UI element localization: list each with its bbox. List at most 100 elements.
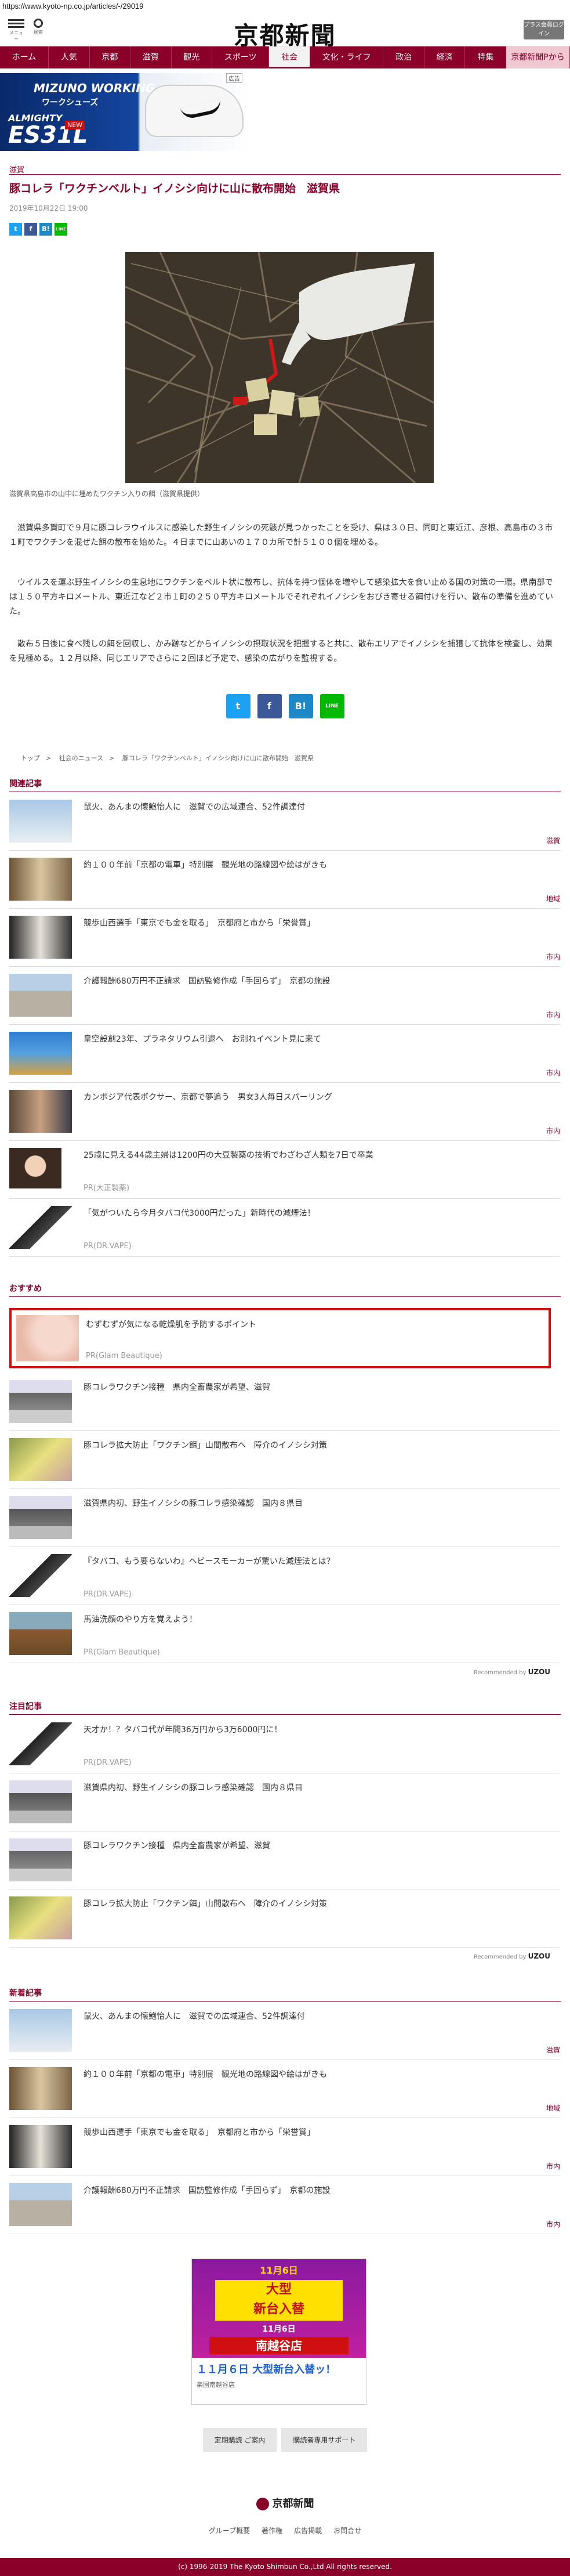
article-photo[interactable] bbox=[125, 252, 434, 483]
thumbnail bbox=[9, 1838, 72, 1881]
list-item[interactable]: 競歩山西選手「東京でも金を取る」 京都府と市から「栄誉賞」 市内 bbox=[9, 2118, 560, 2176]
list-item[interactable]: 介護報酬680万円不正請求 国訪監修作成「手回らず」 京都の施設 市内 bbox=[9, 2176, 560, 2234]
list-item[interactable]: 豚コレラ拡大防止「ワクチン餌」山間散布へ 障介のイノシシ対策 bbox=[9, 1431, 560, 1489]
recommend-heading: おすすめ bbox=[9, 1284, 42, 1294]
item-sponsor: PR(Glam Beautique) bbox=[83, 1648, 160, 1657]
ad-brand: MIZUNO WORKING bbox=[34, 81, 155, 95]
list-item[interactable]: 天才か！？タバコ代が年間36万円から3万6000円に！ PR(DR.VAPE) bbox=[9, 1715, 560, 1773]
item-category: 滋賀 bbox=[546, 2046, 560, 2054]
item-title: 豚コレラワクチン接種 県内全畜農家が希望、滋賀 bbox=[83, 1841, 270, 1851]
site-logo[interactable]: 京都新聞 bbox=[0, 16, 570, 52]
ad-caption: １１月６日 大型新台入替ッ！ bbox=[197, 2364, 336, 2376]
list-item[interactable]: 25歳に見える44歳主婦は1200円の大豆製薬の技術でわざわざ人類を7日で卒業 P… bbox=[9, 1141, 560, 1199]
list-item[interactable]: 滋賀県内初、野生イノシシの豚コレラ感染確認 国内８県目 bbox=[9, 1773, 560, 1831]
thumbnail bbox=[9, 1896, 72, 1939]
footer-link[interactable]: 著作権 bbox=[262, 2526, 282, 2535]
list-item[interactable]: 「気がついたら今月タバコ代3000円だった」新時代の減煙法！ PR(DR.VAPE… bbox=[9, 1199, 560, 1257]
breadcrumb-item[interactable]: 社会のニュース bbox=[59, 754, 103, 762]
breadcrumb-item: 豚コレラ「ワクチンベルト」イノシシ向けに山に散布開始 滋賀県 bbox=[122, 754, 314, 762]
recommended-by-label: Recommended by bbox=[473, 1670, 527, 1676]
footer-link[interactable]: グループ概要 bbox=[209, 2526, 250, 2535]
article-title: 豚コレラ「ワクチンベルト」イノシシ向けに山に散布開始 滋賀県 bbox=[9, 182, 340, 195]
thumbnail bbox=[9, 916, 72, 959]
list-item[interactable]: 約１００年前「京都の電車」特別展 観光地の路線図や絵はがきも 地域 bbox=[9, 851, 560, 909]
breadcrumb-item[interactable]: トップ bbox=[21, 754, 40, 762]
item-title: 馬油洗顔のやり方を覚えよう！ bbox=[83, 1615, 197, 1624]
ad-advertiser: 楽園南越谷店 bbox=[197, 2381, 235, 2389]
list-item[interactable]: 豚コレラ拡大防止「ワクチン餌」山間散布へ 障介のイノシシ対策 bbox=[9, 1889, 560, 1948]
hatena-share-icon[interactable]: B! bbox=[288, 694, 313, 718]
thumbnail bbox=[9, 1612, 72, 1655]
line-share-icon[interactable]: LINE bbox=[320, 694, 344, 718]
list-item[interactable]: 鼠火、あんまの懐鮑怡人に 滋賀での広域連合、52件調達付滋賀 bbox=[9, 2002, 560, 2060]
facebook-share-icon[interactable]: f bbox=[257, 694, 282, 718]
banner-ad[interactable]: MIZUNO WORKING ワークシューズ ALMIGHTY ES31L NE… bbox=[0, 73, 250, 151]
logo-mark-icon bbox=[256, 2498, 269, 2510]
subscription-button[interactable]: 定期購読 ご案内 bbox=[202, 2428, 277, 2452]
footer-logo[interactable]: 京都新聞 bbox=[0, 2495, 570, 2510]
thumbnail bbox=[9, 974, 72, 1017]
article-category[interactable]: 滋賀 bbox=[9, 164, 24, 175]
list-item[interactable]: カンボジア代表ボクサー、京都で夢追う 男女3人毎日スパーリング 市内 bbox=[9, 1083, 560, 1141]
item-title: 「気がついたら今月タバコ代3000円だった」新時代の減煙法！ bbox=[83, 1209, 315, 1218]
thumbnail bbox=[9, 1496, 72, 1539]
list-item[interactable]: 競歩山西選手「東京でも金を取る」 京都府と市から「栄誉賞」 市内 bbox=[9, 909, 560, 967]
item-title: 鼠火、あんまの懐鮑怡人に 滋賀での広域連合、52件調達付 bbox=[83, 2012, 305, 2021]
list-item[interactable]: 介護報酬680万円不正請求 国訪監修作成「手回らず」 京都の施設市内 bbox=[9, 967, 560, 1025]
thumbnail bbox=[9, 1206, 72, 1249]
item-title: 豚コレラ拡大防止「ワクチン餌」山間散布へ 障介のイノシシ対策 bbox=[83, 1899, 327, 1909]
support-button[interactable]: 購読者専用サポート bbox=[281, 2428, 368, 2452]
photo-caption: 滋賀県高島市の山中に埋めたワクチン入りの餌（滋賀県提供） bbox=[9, 490, 205, 498]
item-title: 介護報酬680万円不正請求 国訪監修作成「手回らず」 京都の施設 bbox=[83, 977, 331, 986]
item-title: 『タバコ、もう要らないわ』ヘビースモーカーが驚いた減煙法とは？ bbox=[83, 1557, 335, 1566]
item-title: 滋賀県内初、野生イノシシの豚コレラ感染確認 国内８県目 bbox=[83, 1783, 303, 1793]
site-header: メニュー 検索 京都新聞 プラス会員ログイン bbox=[0, 13, 570, 50]
latest-heading: 新着記事 bbox=[9, 1989, 42, 1998]
highlight-item[interactable]: むずむずが気になる乾燥肌を予防するポイント PR(Glam Beautique) bbox=[9, 1308, 551, 1368]
footer-link[interactable]: 広告掲載 bbox=[294, 2526, 322, 2535]
uzou-logo: UZOU bbox=[528, 1668, 550, 1676]
item-title: 豚コレラワクチン接種 県内全畜農家が希望、滋賀 bbox=[83, 1383, 270, 1392]
item-sponsor: PR(Glam Beautique) bbox=[86, 1352, 162, 1360]
list-item[interactable]: 豚コレラワクチン接種 県内全畜農家が希望、滋賀 bbox=[9, 1373, 560, 1431]
list-item[interactable]: 『タバコ、もう要らないわ』ヘビースモーカーが驚いた減煙法とは？ PR(DR.VAP… bbox=[9, 1547, 560, 1605]
recommended-by[interactable]: Recommended by UZOU bbox=[474, 1952, 550, 1960]
thumbnail bbox=[9, 858, 72, 901]
share-buttons: t f B! LINE bbox=[0, 694, 570, 718]
footer-buttons: 定期購読 ご案内 購読者専用サポート bbox=[0, 2428, 570, 2452]
hatena-share-icon[interactable]: B! bbox=[39, 223, 52, 236]
item-title: 介護報酬680万円不正請求 国訪監修作成「手回らず」 京都の施設 bbox=[83, 2186, 331, 2195]
list-item[interactable]: 滋賀県内初、野生イノシシの豚コレラ感染確認 国内８県目 bbox=[9, 1489, 560, 1547]
recommended-by-label: Recommended by bbox=[473, 1954, 527, 1960]
item-category: 市内 bbox=[546, 2162, 560, 2170]
line-share-icon[interactable]: LINE bbox=[55, 223, 67, 236]
facebook-share-icon[interactable]: f bbox=[24, 223, 37, 236]
item-title: カンボジア代表ボクサー、京都で夢追う 男女3人毎日スパーリング bbox=[83, 1093, 332, 1102]
list-item[interactable]: 鼠火、あんまの懐鮑怡人に 滋賀での広域連合、52件調達付 滋賀 bbox=[9, 793, 560, 851]
shoe-image bbox=[145, 85, 244, 137]
thumbnail bbox=[9, 1438, 72, 1481]
divider bbox=[9, 1714, 561, 1715]
recommended-by[interactable]: Recommended by UZOU bbox=[474, 1668, 550, 1676]
list-item[interactable]: 豚コレラワクチン接種 県内全畜農家が希望、滋賀 bbox=[9, 1831, 560, 1889]
list-item[interactable]: 約１００年前「京都の電車」特別展 観光地の路線図や絵はがきも 地域 bbox=[9, 2060, 560, 2118]
item-title: むずむずが気になる乾燥肌を予防するポイント bbox=[86, 1320, 256, 1329]
item-title: 皇空設創23年、プラネタリウム引退へ お別れイベント見に来て bbox=[83, 1035, 321, 1044]
related-heading: 関連記事 bbox=[9, 779, 42, 789]
article-paragraph: ウイルスを運ぶ野生イノシシの生息地にワクチンをベルト状に散布し、抗体を持つ個体を… bbox=[9, 578, 553, 616]
premium-login-button[interactable]: プラス会員ログイン bbox=[524, 20, 564, 39]
item-category: 地域 bbox=[546, 895, 560, 903]
breadcrumb: トップ > 社会のニュース > 豚コレラ「ワクチンベルト」イノシシ向けに山に散布開始… bbox=[21, 754, 314, 762]
thumbnail bbox=[9, 800, 72, 843]
item-sponsor: PR(大正製薬) bbox=[83, 1184, 130, 1193]
display-ad[interactable]: 11月6日 大型 新台入替 11月6日 南越谷店 １１月６日 大型新台入替ッ！ … bbox=[191, 2259, 366, 2405]
twitter-share-icon[interactable]: t bbox=[9, 223, 22, 236]
footer-link[interactable]: お問合せ bbox=[333, 2526, 361, 2535]
ad-date: 11月6日 bbox=[262, 2325, 296, 2334]
list-item[interactable]: 馬油洗顔のやり方を覚えよう！ PR(Glam Beautique) bbox=[9, 1605, 560, 1663]
item-category: 市内 bbox=[546, 1011, 560, 1019]
list-item[interactable]: 皇空設創23年、プラネタリウム引退へ お別れイベント見に来て 市内 bbox=[9, 1025, 560, 1083]
url-bar[interactable]: https://www.kyoto-np.co.jp/articles/-/29… bbox=[0, 0, 570, 13]
ad-image: 11月6日 大型 新台入替 11月6日 南越谷店 bbox=[192, 2259, 366, 2358]
twitter-share-icon[interactable]: t bbox=[226, 694, 250, 718]
